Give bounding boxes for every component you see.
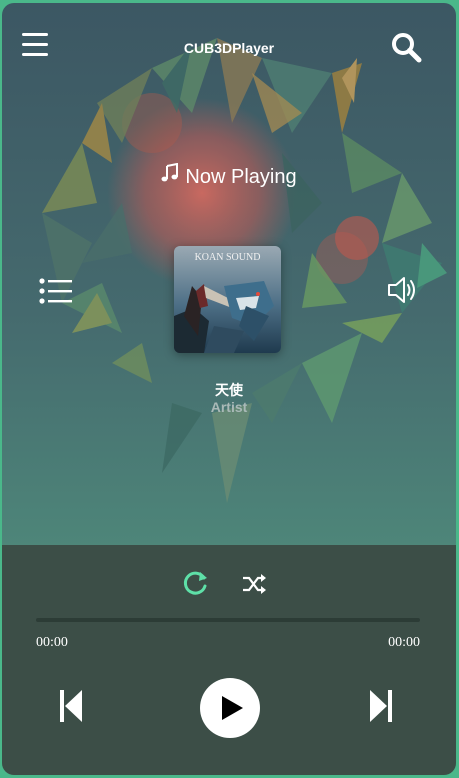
total-time: 00:00 [388,635,420,650]
playlist-icon[interactable] [39,278,73,304]
app-title: CUB3DPlayer [183,40,275,56]
cover-text: KOAN SOUND [195,252,261,263]
current-time: 00:00 [36,635,68,650]
now-playing-heading: Now Playing [2,163,456,189]
repeat-icon[interactable] [180,569,210,599]
volume-icon[interactable] [386,273,420,307]
play-icon [222,696,243,720]
track-artist: Artist [210,399,248,415]
player-controls: 00:00 00:00 [2,545,456,775]
album-cover-art: KOAN SOUND [174,246,281,353]
player-window: CUB3DPlayer Now Playing KOAN SOUND 天使 Ar… [2,3,456,775]
shuffle-icon[interactable] [241,571,267,597]
album-cover: KOAN SOUND [174,246,281,353]
track-title: 天使 [215,382,243,398]
search-icon[interactable] [390,31,422,63]
progress-bar[interactable] [36,618,420,622]
skip-previous-icon[interactable] [58,687,84,725]
music-note-icon [161,163,179,182]
top-bar: CUB3DPlayer [2,3,456,93]
play-button[interactable] [200,678,260,738]
skip-next-icon[interactable] [368,687,394,725]
now-playing-label: Now Playing [185,166,297,188]
